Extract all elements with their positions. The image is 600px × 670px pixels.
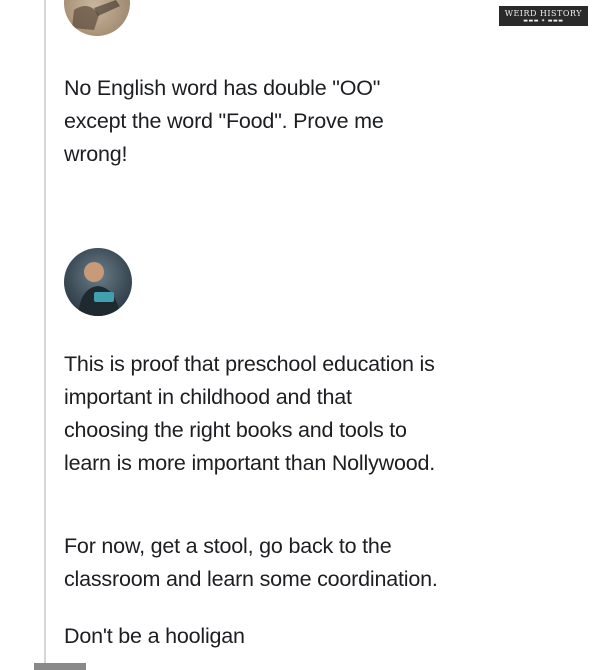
reply-text-line: Don't be a hooligan <box>64 624 245 648</box>
reply-author-avatar[interactable] <box>64 248 132 316</box>
profile-photo-icon <box>72 0 120 30</box>
reply-text-line: For now, get a stool, go back to the <box>64 534 392 558</box>
post-text: No English word has double "OO" except t… <box>64 72 544 171</box>
watermark-logo: WEIRD HISTORY ▬▬▬ ✦ ▬▬▬ <box>498 6 588 26</box>
profile-photo-icon <box>78 262 120 316</box>
post-text-line: wrong! <box>64 142 128 166</box>
post-author-avatar[interactable] <box>64 0 130 36</box>
reply-paragraph-1: This is proof that preschool education i… <box>64 348 564 480</box>
reply-text-line: choosing the right books and tools to <box>64 418 407 442</box>
reply-text-line: This is proof that preschool education i… <box>64 352 435 376</box>
source-tag <box>34 663 86 670</box>
reply-paragraph-3: Don't be a hooligan <box>64 620 564 653</box>
post-text-line: except the word "Food". Prove me <box>64 109 384 133</box>
reply-paragraph-2: For now, get a stool, go back to the cla… <box>64 530 564 596</box>
thread-divider-line <box>44 0 46 670</box>
reply-text-line: important in childhood and that <box>64 385 352 409</box>
reply-text-line: learn is more important than Nollywood. <box>64 451 436 475</box>
watermark-subtitle: ▬▬▬ ✦ ▬▬▬ <box>523 18 564 24</box>
post-text-line: No English word has double "OO" <box>64 76 381 100</box>
watermark-title: WEIRD HISTORY <box>504 9 582 18</box>
reply-text-line: classroom and learn some coordination. <box>64 567 438 591</box>
